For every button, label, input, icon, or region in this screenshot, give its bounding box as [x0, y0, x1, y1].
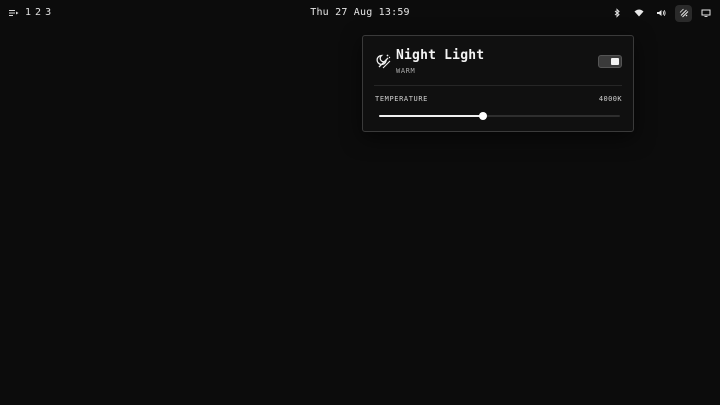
slider-fill [379, 115, 483, 117]
night-light-toggle[interactable] [598, 55, 622, 68]
clock[interactable]: Thu 27 Aug 13:59 [310, 0, 410, 26]
bluetooth-icon[interactable] [609, 5, 625, 21]
divider [374, 85, 622, 86]
panel-title: Night Light [396, 48, 485, 63]
volume-icon[interactable] [653, 5, 669, 21]
temperature-label: TEMPERATURE [375, 95, 428, 103]
wifi-icon[interactable] [631, 5, 647, 21]
night-light-icon [375, 53, 391, 69]
display-icon[interactable] [698, 5, 714, 21]
system-tray [609, 0, 714, 26]
night-light-panel: Night Light WARM TEMPERATURE 4000K [362, 35, 634, 132]
panel-subtitle: WARM [396, 67, 416, 75]
top-bar: 1 2 3 Thu 27 Aug 13:59 [0, 0, 720, 26]
temperature-value: 4000K [598, 95, 622, 103]
temperature-slider[interactable] [379, 112, 620, 120]
slider-thumb[interactable] [478, 112, 487, 120]
night-light-icon[interactable] [675, 4, 692, 22]
toggle-knob [611, 58, 619, 65]
